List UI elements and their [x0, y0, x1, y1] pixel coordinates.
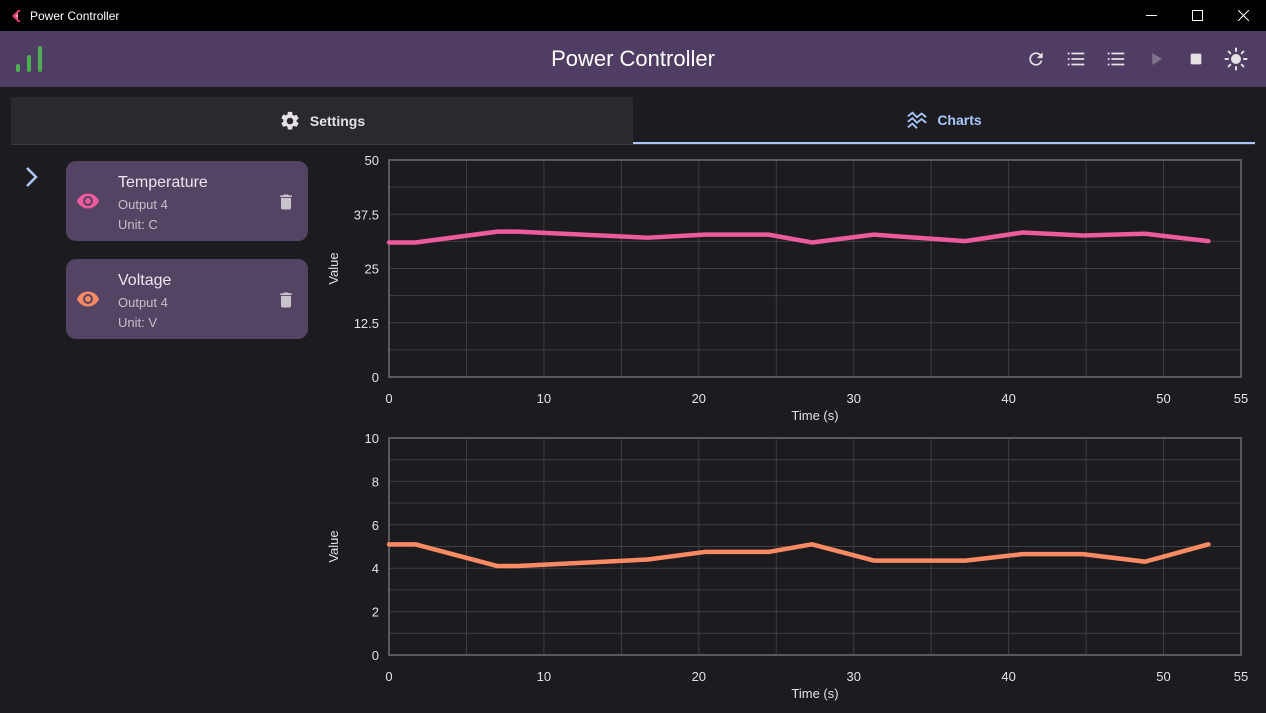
y-tick-label: 50: [365, 153, 379, 168]
channel-card-temperature: Temperature Output 4 Unit: C: [66, 161, 308, 241]
x-tick-label: 40: [1001, 391, 1015, 406]
channel-unit: Unit: V: [118, 315, 158, 330]
y-axis-label: Value: [326, 252, 341, 284]
close-window-button[interactable]: [1220, 0, 1266, 31]
x-axis-label: Time (s): [791, 408, 838, 423]
x-tick-label: 50: [1156, 669, 1170, 684]
gear-icon: [281, 111, 299, 129]
x-tick-label: 10: [537, 669, 551, 684]
refresh-button[interactable]: [1016, 45, 1056, 73]
y-tick-label: 0: [372, 648, 379, 663]
play-icon: [1152, 53, 1162, 65]
tab-charts-label: Charts: [937, 111, 982, 128]
y-tick-label: 0: [372, 370, 379, 385]
list-icon: [1067, 52, 1085, 66]
list-icon: [1107, 52, 1125, 66]
x-tick-label: 0: [385, 391, 392, 406]
minimize-button[interactable]: [1128, 0, 1174, 31]
tab-bar: Settings Charts: [11, 97, 1255, 145]
x-tick-label: 20: [692, 669, 706, 684]
voltage-chart: 0 2 4 6 8 10 0 10 20 30 40 50 55 Time (s) Value: [326, 431, 1248, 701]
window-title: Power Controller: [30, 8, 120, 23]
x-tick-label: 0: [385, 669, 392, 684]
minimize-icon: [1145, 15, 1157, 16]
x-tick-label: 30: [846, 669, 860, 684]
x-tick-label: 55: [1234, 669, 1248, 684]
delete-trash-icon[interactable]: [276, 289, 296, 311]
refresh-icon: [1029, 52, 1043, 66]
channel-output: Output 4: [118, 295, 168, 310]
channel-name: Voltage: [118, 272, 172, 289]
theme-toggle-button[interactable]: [1216, 45, 1256, 73]
x-tick-label: 30: [846, 391, 860, 406]
list-alt-button[interactable]: [1096, 45, 1136, 73]
y-tick-label: 6: [372, 518, 379, 533]
list-button[interactable]: [1056, 45, 1096, 73]
x-tick-label: 40: [1001, 669, 1015, 684]
x-tick-label: 20: [692, 391, 706, 406]
series-line: [386, 542, 1211, 569]
stop-button[interactable]: [1176, 45, 1216, 73]
y-tick-label: 8: [372, 474, 379, 489]
tab-settings[interactable]: Settings: [11, 97, 633, 144]
temperature-chart: 0 12.5 25 37.5 50 0 10 20 30 40 50 55 Time (s) Value: [326, 153, 1248, 423]
close-icon: [1237, 10, 1249, 21]
tab-settings-label: Settings: [309, 112, 366, 129]
x-tick-label: 50: [1156, 391, 1170, 406]
y-tick-label: 10: [365, 431, 379, 446]
visibility-eye-icon[interactable]: [76, 287, 100, 311]
y-tick-label: 37.5: [354, 207, 379, 222]
stop-icon: [1190, 53, 1202, 65]
app-logo-icon: [12, 9, 21, 22]
tab-charts[interactable]: Charts: [633, 97, 1255, 144]
sun-icon: [1224, 47, 1248, 71]
channel-name: Temperature: [118, 174, 208, 191]
x-tick-label: 55: [1234, 391, 1248, 406]
x-tick-label: 10: [537, 391, 551, 406]
play-button[interactable]: [1136, 45, 1176, 73]
y-tick-label: 25: [365, 262, 379, 277]
channel-output: Output 4: [118, 197, 168, 212]
channel-unit: Unit: C: [118, 217, 158, 232]
channel-card-voltage: Voltage Output 4 Unit: V: [66, 259, 308, 339]
series-line: [386, 229, 1211, 245]
maximize-button[interactable]: [1174, 0, 1220, 31]
chart-icon: [907, 110, 928, 129]
expand-sidebar-chevron-icon[interactable]: [22, 165, 42, 189]
window-controls: [1128, 0, 1266, 31]
y-tick-label: 2: [372, 605, 379, 620]
y-tick-label: 12.5: [354, 316, 379, 331]
visibility-eye-icon[interactable]: [76, 189, 100, 213]
maximize-icon: [1191, 10, 1203, 21]
delete-trash-icon[interactable]: [276, 191, 296, 213]
y-tick-label: 4: [372, 561, 379, 576]
appbar-actions: [1016, 45, 1256, 73]
app-bar: Power Controller: [0, 31, 1266, 87]
y-axis-label: Value: [326, 530, 341, 562]
x-axis-label: Time (s): [791, 686, 838, 701]
window-titlebar: Power Controller: [0, 0, 1266, 31]
